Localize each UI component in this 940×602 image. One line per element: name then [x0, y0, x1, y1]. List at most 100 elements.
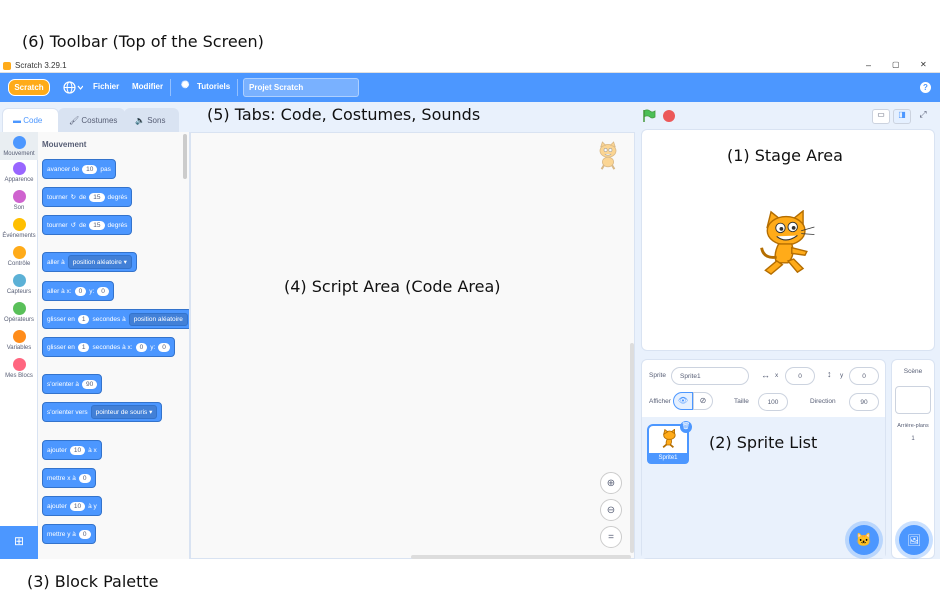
trash-icon[interactable]: 🗑: [680, 421, 692, 433]
block-glide-xy[interactable]: glisser en 1 secondes à x: 0 y: 0: [42, 337, 175, 357]
block-input[interactable]: 1: [77, 342, 90, 352]
category-dot: [12, 190, 26, 203]
menu-divider: [237, 79, 238, 96]
block-input[interactable]: 1: [77, 314, 90, 324]
speaker-icon: 🔈: [135, 116, 145, 125]
category-dot: [12, 218, 26, 231]
category-dot: [12, 136, 26, 149]
block-input[interactable]: 0: [74, 286, 87, 296]
maximize-button[interactable]: ▢: [892, 60, 900, 69]
close-button[interactable]: ✕: [920, 60, 927, 69]
block-point-towards[interactable]: s'orienter vers pointeur de souris ▾: [42, 402, 163, 422]
block-input[interactable]: 15: [89, 192, 105, 202]
block-set-y[interactable]: mettre y à 0: [42, 524, 96, 544]
block-dropdown[interactable]: position aléatoire: [128, 312, 188, 326]
block-dropdown[interactable]: position aléatoire ▾: [67, 255, 132, 269]
help-icon[interactable]: ?: [920, 82, 931, 93]
menu-edit[interactable]: Modifier: [132, 82, 163, 91]
block-input[interactable]: 10: [82, 164, 98, 174]
block-text: y:: [150, 343, 156, 351]
menu-tutorials[interactable]: Tutoriels: [197, 82, 230, 91]
block-change-y[interactable]: ajouter 10 à y: [42, 496, 102, 516]
category-events[interactable]: Événements: [0, 218, 38, 239]
x-position-input[interactable]: 0: [785, 367, 815, 385]
category-motion[interactable]: Mouvement: [0, 132, 38, 160]
palette-scrollbar[interactable]: [183, 134, 187, 179]
block-turn-right[interactable]: tourner ↻ de 15 degrés: [42, 187, 133, 207]
block-input[interactable]: 10: [69, 501, 86, 511]
vertical-scrollbar[interactable]: [630, 343, 634, 553]
block-input[interactable]: 0: [78, 473, 91, 483]
sprite-name-tag: Sprite1: [647, 453, 689, 464]
normal-stage-button[interactable]: ◨: [893, 109, 911, 124]
block-input[interactable]: 0: [97, 286, 109, 296]
brush-icon: 🖌: [69, 116, 80, 125]
category-dot: [12, 302, 26, 315]
backdrop-thumbnail[interactable]: [895, 386, 931, 414]
block-text: s'orienter vers: [47, 408, 88, 416]
zoom-in-icon[interactable]: ⊕: [600, 472, 622, 494]
zoom-out-icon[interactable]: ⊖: [600, 499, 622, 521]
show-visible-button[interactable]: 👁: [673, 392, 693, 410]
globe-icon[interactable]: [63, 81, 83, 94]
stage[interactable]: (1) Stage Area: [641, 129, 935, 351]
extension-button[interactable]: ⊞: [0, 526, 38, 559]
stop-icon[interactable]: [663, 110, 675, 122]
tab-code[interactable]: ▬ Code: [2, 108, 59, 132]
y-label: y: [840, 372, 844, 379]
size-input[interactable]: 100: [758, 393, 788, 411]
scratch-logo[interactable]: Scratch: [8, 79, 50, 96]
category-label: Événements: [2, 233, 36, 239]
y-position-input[interactable]: 0: [849, 367, 879, 385]
category-sensing[interactable]: Capteurs: [0, 274, 38, 295]
tab-costumes-label: Costumes: [81, 116, 118, 125]
block-change-x[interactable]: ajouter 10 à x: [42, 440, 102, 460]
minimize-button[interactable]: –: [866, 60, 871, 70]
block-move-steps[interactable]: avancer de 10 pas: [42, 159, 116, 179]
block-dropdown[interactable]: pointeur de souris ▾: [90, 405, 158, 419]
annotation-script-area: (4) Script Area (Code Area): [284, 277, 501, 296]
block-point-direction[interactable]: s'orienter à 90: [42, 374, 103, 394]
category-label: Mouvement: [3, 151, 35, 157]
block-input[interactable]: 15: [89, 220, 105, 230]
category-variables[interactable]: Variables: [0, 330, 38, 351]
cat-sprite[interactable]: [758, 210, 818, 276]
script-area[interactable]: (4) Script Area (Code Area) ⊕ ⊖ =: [190, 132, 635, 559]
block-input[interactable]: 10: [69, 445, 86, 455]
sprite-thumbnail[interactable]: Sprite1 🗑: [647, 421, 692, 464]
add-sprite-button[interactable]: 🐱: [849, 525, 879, 555]
category-sound[interactable]: Son: [0, 190, 38, 211]
category-operators[interactable]: Opérateurs: [0, 302, 38, 323]
block-turn-left[interactable]: tourner ↺ de 15 degrés: [42, 215, 133, 235]
small-stage-button[interactable]: ▭: [872, 109, 890, 124]
project-title-input[interactable]: Projet Scratch: [243, 78, 359, 97]
block-goto[interactable]: aller à position aléatoire ▾: [42, 252, 137, 272]
add-backdrop-button[interactable]: 🖼: [899, 525, 929, 555]
block-text: mettre y à: [47, 530, 76, 538]
tab-sounds[interactable]: 🔈 Sons: [124, 108, 179, 132]
block-glide-to[interactable]: glisser en 1 secondes à position aléatoi…: [42, 309, 189, 329]
category-dot: [12, 358, 26, 371]
block-text: aller à: [47, 258, 65, 266]
block-text: avancer de: [47, 165, 80, 173]
block-input[interactable]: 0: [135, 342, 148, 352]
menu-bar: Scratch Fichier Modifier ✺ Tutoriels Pro…: [0, 73, 940, 102]
block-input[interactable]: 0: [78, 529, 91, 539]
block-goto-xy[interactable]: aller à x: 0 y: 0: [42, 281, 114, 301]
category-looks[interactable]: Apparence: [0, 162, 38, 183]
horizontal-scrollbar[interactable]: [411, 555, 631, 559]
menu-file[interactable]: Fichier: [93, 82, 119, 91]
block-set-x[interactable]: mettre x à 0: [42, 468, 96, 488]
block-input[interactable]: 0: [158, 342, 170, 352]
sprite-list: Sprite1 🗑 (2) Sprite List 🐱: [642, 417, 885, 558]
tab-costumes[interactable]: 🖌 Costumes: [58, 108, 125, 132]
show-hidden-button[interactable]: ⊘: [693, 392, 713, 410]
category-control[interactable]: Contrôle: [0, 246, 38, 267]
zoom-reset-icon[interactable]: =: [600, 526, 622, 548]
direction-input[interactable]: 90: [849, 393, 879, 411]
category-myblocks[interactable]: Mes Blocs: [0, 358, 38, 379]
fullscreen-icon[interactable]: ⤢: [916, 109, 930, 124]
green-flag-icon[interactable]: [642, 109, 656, 123]
block-input[interactable]: 90: [81, 379, 98, 389]
sprite-name-input[interactable]: Sprite1: [671, 367, 749, 385]
